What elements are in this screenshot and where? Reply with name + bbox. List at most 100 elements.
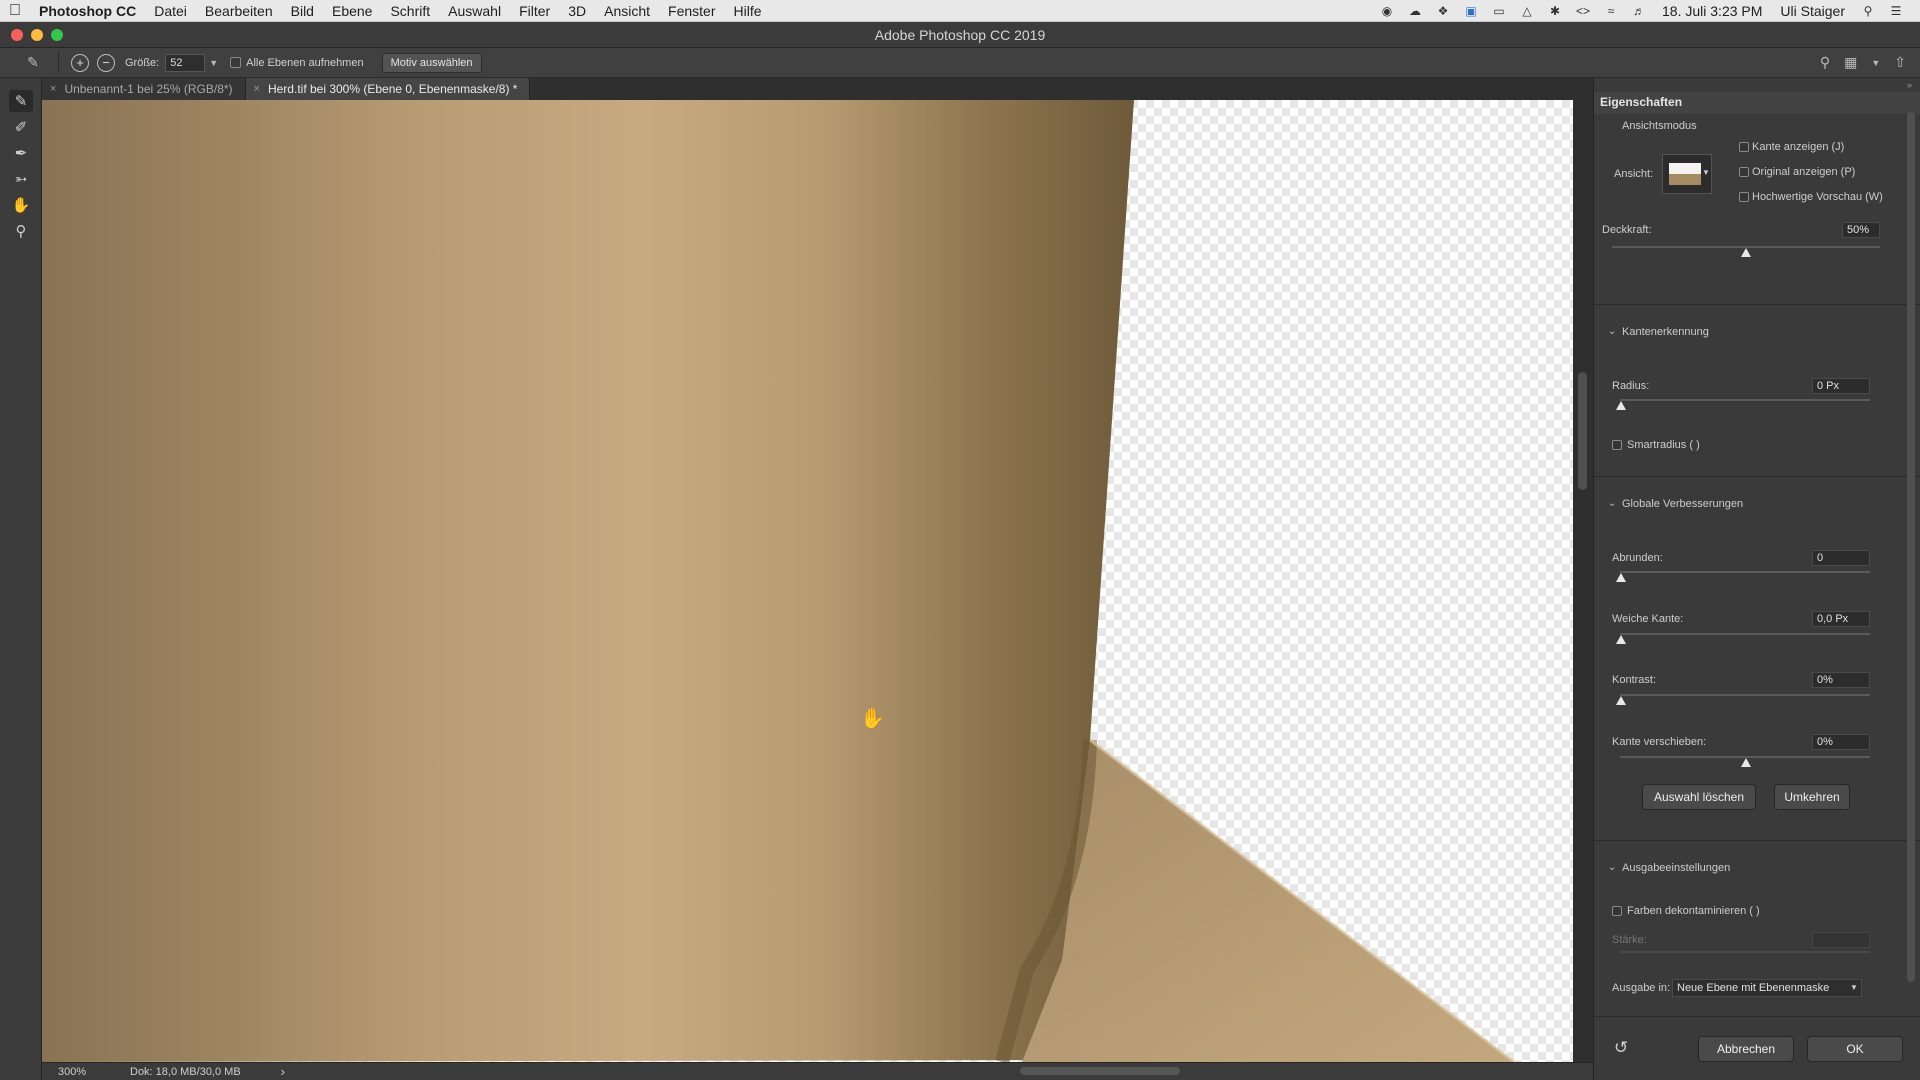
all-layers-checkbox[interactable]: [230, 57, 242, 68]
menu-app-name[interactable]: Photoshop CC: [30, 3, 145, 19]
radius-slider-handle[interactable]: [1616, 401, 1626, 410]
edge-detection-heading[interactable]: Kantenerkennung: [1622, 326, 1709, 338]
airplay-icon[interactable]: △: [1518, 4, 1536, 18]
menu-bild[interactable]: Bild: [282, 3, 323, 19]
decontaminate-checkbox[interactable]: [1612, 906, 1622, 916]
feather-label: Weiche Kante:: [1612, 613, 1684, 625]
show-original-checkbox[interactable]: [1739, 167, 1749, 177]
smooth-slider-handle[interactable]: [1616, 573, 1626, 582]
dropbox-icon[interactable]: ❖: [1434, 4, 1452, 18]
code-icon[interactable]: <>: [1574, 4, 1592, 18]
hand-cursor-icon: ✋: [860, 706, 885, 730]
menu-datei[interactable]: Datei: [145, 3, 196, 19]
search-icon[interactable]: ⚲: [1820, 54, 1830, 71]
menu-ebene[interactable]: Ebene: [323, 3, 381, 19]
select-subject-button[interactable]: Motiv auswählen: [381, 52, 482, 73]
zoom-window-button[interactable]: [51, 29, 63, 41]
smart-radius-checkbox[interactable]: [1612, 440, 1622, 450]
chevron-down-icon[interactable]: ▼: [1702, 168, 1710, 177]
properties-panel: » Eigenschaften Ansichtsmodus Ansicht: ▼…: [1593, 78, 1920, 1080]
status-menu-arrow[interactable]: ›: [281, 1064, 285, 1079]
shift-edge-slider-handle[interactable]: [1741, 758, 1751, 767]
contrast-slider-handle[interactable]: [1616, 696, 1626, 705]
show-original-label: Original anzeigen (P): [1752, 166, 1856, 178]
panel-collapse-icon[interactable]: »: [1907, 80, 1912, 90]
tab-unbenannt[interactable]: × Unbenannt-1 bei 25% (RGB/8*): [42, 78, 246, 100]
chevron-down-icon[interactable]: ▼: [1850, 983, 1858, 992]
invert-button[interactable]: Umkehren: [1774, 784, 1850, 810]
chevron-down-icon[interactable]: ⌄: [1608, 326, 1616, 337]
zoom-tool-icon[interactable]: ⚲: [9, 220, 33, 242]
lasso-tool-icon[interactable]: ➳: [9, 168, 33, 190]
radius-input[interactable]: 0 Px: [1812, 378, 1870, 394]
brush-preset-icon[interactable]: ✎: [22, 52, 44, 74]
volume-icon[interactable]: ♬: [1630, 4, 1648, 18]
chevron-down-icon[interactable]: ▼: [209, 58, 218, 68]
zoom-level[interactable]: 300%: [58, 1066, 118, 1078]
record-icon[interactable]: ◉: [1378, 4, 1396, 18]
clear-selection-button[interactable]: Auswahl löschen: [1642, 784, 1756, 810]
canvas-vertical-scrollbar[interactable]: [1573, 100, 1593, 1062]
close-tab-icon[interactable]: ×: [254, 83, 260, 95]
clock[interactable]: 18. Juli 3:23 PM: [1653, 3, 1771, 19]
output-heading[interactable]: Ausgabeeinstellungen: [1622, 862, 1730, 874]
hand-tool-icon[interactable]: ✋: [9, 194, 33, 216]
menu-ansicht[interactable]: Ansicht: [595, 3, 659, 19]
menu-hilfe[interactable]: Hilfe: [725, 3, 771, 19]
close-tab-icon[interactable]: ×: [50, 83, 56, 95]
menu-auswahl[interactable]: Auswahl: [439, 3, 510, 19]
display-icon[interactable]: ▭: [1490, 4, 1508, 18]
tab-herd[interactable]: × Herd.tif bei 300% (Ebene 0, Ebenenmask…: [245, 78, 531, 100]
canvas-vertical-scroll-thumb[interactable]: [1578, 372, 1587, 490]
contrast-slider-track[interactable]: [1620, 694, 1870, 696]
cloud-icon[interactable]: ☁: [1406, 4, 1424, 18]
menu-schrift[interactable]: Schrift: [381, 3, 439, 19]
radius-slider-track[interactable]: [1620, 399, 1870, 401]
smooth-input[interactable]: 0: [1812, 550, 1870, 566]
show-edge-checkbox[interactable]: [1739, 142, 1749, 152]
share-icon[interactable]: ⇧: [1894, 54, 1906, 71]
panel-title[interactable]: Eigenschaften: [1600, 95, 1682, 109]
brush-tool-icon[interactable]: ✒: [9, 142, 33, 164]
close-window-button[interactable]: [11, 29, 23, 41]
menu-fenster[interactable]: Fenster: [659, 3, 724, 19]
feather-slider-handle[interactable]: [1616, 635, 1626, 644]
hq-preview-checkbox[interactable]: [1739, 192, 1749, 202]
add-to-selection-icon[interactable]: +: [71, 53, 89, 72]
menu-bearbeiten[interactable]: Bearbeiten: [196, 3, 282, 19]
apple-icon[interactable]: : [0, 2, 30, 20]
global-heading[interactable]: Globale Verbesserungen: [1622, 498, 1743, 510]
chevron-down-icon[interactable]: ▼: [1871, 58, 1880, 68]
wifi-icon[interactable]: ≈: [1602, 4, 1620, 18]
size-input[interactable]: 52: [165, 53, 206, 72]
output-to-select[interactable]: Neue Ebene mit Ebenenmaske: [1672, 979, 1862, 997]
shift-edge-input[interactable]: 0%: [1812, 734, 1870, 750]
chevron-down-icon[interactable]: ⌄: [1608, 862, 1616, 873]
canvas-horizontal-scroll-thumb[interactable]: [1020, 1067, 1180, 1075]
feather-input[interactable]: 0,0 Px: [1812, 611, 1870, 627]
opacity-input[interactable]: 50%: [1842, 222, 1880, 238]
cancel-button[interactable]: Abbrechen: [1698, 1036, 1794, 1062]
refine-edge-brush-icon[interactable]: ✐: [9, 116, 33, 138]
workspace-icon[interactable]: ▦: [1844, 54, 1857, 71]
quick-selection-tool-icon[interactable]: ✎: [9, 90, 33, 112]
chevron-down-icon[interactable]: ⌄: [1608, 498, 1616, 509]
spotlight-search-icon[interactable]: ⚲: [1859, 4, 1877, 18]
document-canvas[interactable]: ✋: [42, 100, 1573, 1062]
contrast-input[interactable]: 0%: [1812, 672, 1870, 688]
shield-icon[interactable]: ▣: [1462, 4, 1480, 18]
tools-panel: ✎ ✐ ✒ ➳ ✋ ⚲: [0, 78, 42, 1080]
opacity-slider-handle[interactable]: [1741, 248, 1751, 257]
feather-slider-track[interactable]: [1620, 633, 1870, 635]
ok-button[interactable]: OK: [1807, 1036, 1903, 1062]
smooth-slider-track[interactable]: [1620, 571, 1870, 573]
notification-list-icon[interactable]: ☰: [1887, 4, 1905, 18]
panel-scrollbar[interactable]: [1907, 112, 1915, 982]
bluetooth-icon[interactable]: ✱: [1546, 4, 1564, 18]
reset-icon[interactable]: ↺: [1614, 1038, 1628, 1058]
subtract-from-selection-icon[interactable]: −: [97, 53, 115, 72]
menu-filter[interactable]: Filter: [510, 3, 559, 19]
menu-3d[interactable]: 3D: [559, 3, 595, 19]
minimize-window-button[interactable]: [31, 29, 43, 41]
user-name[interactable]: Uli Staiger: [1771, 3, 1854, 19]
